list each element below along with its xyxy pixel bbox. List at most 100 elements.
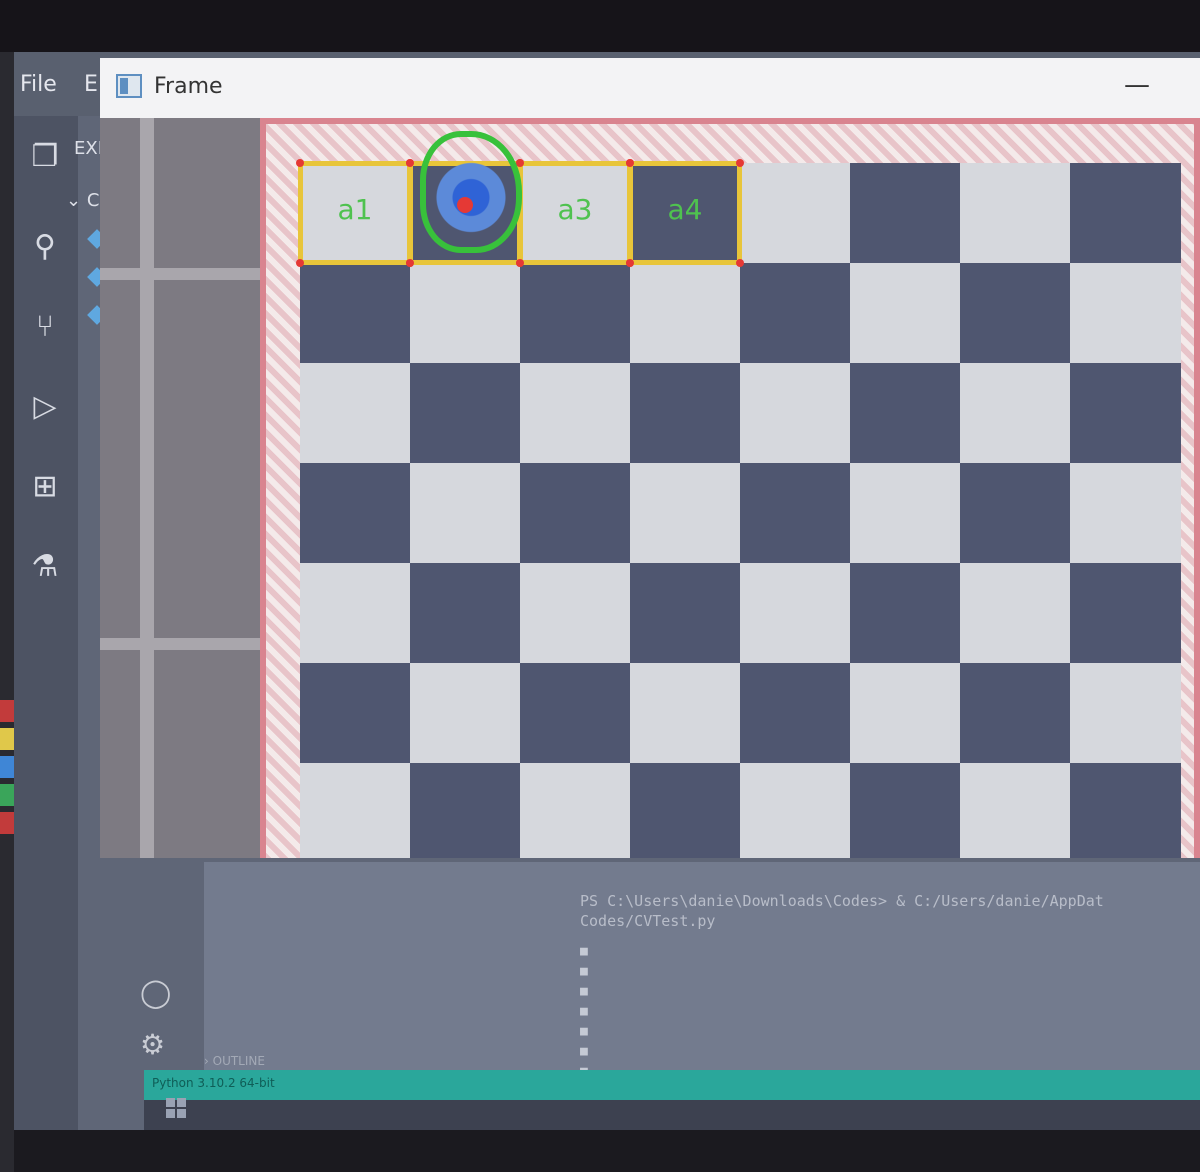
monitor-bezel-left xyxy=(0,52,14,1172)
board-square xyxy=(410,663,521,764)
extensions-icon[interactable]: ⊞ xyxy=(24,466,66,508)
outline-label: OUTLINE xyxy=(212,1054,265,1068)
terminal-output: ■ ■ ■ ■ ■ ■ ■ xyxy=(580,944,588,1079)
board-square xyxy=(960,663,1071,764)
board-square xyxy=(630,763,741,858)
source-control-icon[interactable]: ⑂ xyxy=(24,306,66,348)
python-interpreter-status[interactable]: Python 3.10.2 64-bit xyxy=(152,1076,275,1090)
menu-file[interactable]: File xyxy=(20,72,57,97)
board-square xyxy=(850,463,961,564)
monitor-bezel-top xyxy=(0,0,1200,52)
board-square xyxy=(960,563,1071,664)
board-square xyxy=(630,563,741,664)
board-square xyxy=(410,263,521,364)
board-square xyxy=(630,363,741,464)
piece-center-point xyxy=(457,197,473,213)
board-square xyxy=(410,763,521,858)
board-square xyxy=(300,263,411,364)
board-square xyxy=(740,663,851,764)
board-square xyxy=(300,463,411,564)
camera-feed: a1 a3 a4 xyxy=(100,118,1200,858)
wall-mortar xyxy=(100,268,260,280)
corner-point xyxy=(736,159,744,167)
board-square xyxy=(300,763,411,858)
board-square xyxy=(520,763,631,858)
board-square xyxy=(850,363,961,464)
account-icon[interactable]: ◯ xyxy=(140,976,171,1009)
board-square xyxy=(960,163,1071,264)
board-square xyxy=(410,363,521,464)
board-square xyxy=(960,363,1071,464)
corner-point xyxy=(406,159,414,167)
search-icon[interactable]: ⚲ xyxy=(24,226,66,268)
board-square xyxy=(960,763,1071,858)
board-square xyxy=(960,463,1071,564)
board-square xyxy=(1070,163,1181,264)
outline-section[interactable]: › OUTLINE xyxy=(204,1054,265,1068)
board-square xyxy=(740,763,851,858)
detected-piece-contour xyxy=(420,131,522,253)
board-square xyxy=(300,563,411,664)
settings-gear-icon[interactable]: ⚙ xyxy=(140,1028,165,1061)
status-bar: Python 3.10.2 64-bit xyxy=(144,1070,1200,1100)
board-square xyxy=(520,463,631,564)
board-square xyxy=(630,663,741,764)
board-square xyxy=(520,263,631,364)
board-square xyxy=(1070,263,1181,364)
board-square xyxy=(300,663,411,764)
opencv-frame-window: Frame — a1 a3 a4 xyxy=(100,58,1200,858)
board-square xyxy=(410,463,521,564)
files-icon[interactable]: ❐ xyxy=(24,136,66,178)
window-app-icon xyxy=(116,74,142,98)
square-label: a4 xyxy=(667,193,703,226)
corner-point xyxy=(516,259,524,267)
board-square xyxy=(850,263,961,364)
corner-point xyxy=(626,259,634,267)
corner-point xyxy=(296,159,304,167)
windows-start-icon[interactable] xyxy=(166,1098,186,1118)
terminal-command: PS C:\Users\danie\Downloads\Codes> & C:/… xyxy=(580,892,1104,910)
board-square xyxy=(850,763,961,858)
frame-titlebar: Frame — xyxy=(100,58,1200,118)
board-square xyxy=(1070,463,1181,564)
board-square xyxy=(740,363,851,464)
board-square xyxy=(740,163,851,264)
board-square xyxy=(1070,563,1181,664)
wall-mortar xyxy=(140,118,154,858)
board-square xyxy=(1070,363,1181,464)
square-label: a1 xyxy=(337,193,373,226)
corner-point xyxy=(296,259,304,267)
corner-point xyxy=(736,259,744,267)
board-square xyxy=(960,263,1071,364)
board-square xyxy=(520,663,631,764)
terminal-panel[interactable]: PS C:\Users\danie\Downloads\Codes> & C:/… xyxy=(204,862,1200,1090)
board-square xyxy=(740,563,851,664)
chessboard: a1 a3 a4 xyxy=(260,118,1200,858)
corner-point xyxy=(626,159,634,167)
board-square xyxy=(850,663,961,764)
board-square xyxy=(520,563,631,664)
board-square xyxy=(1070,763,1181,858)
menu-edit[interactable]: E xyxy=(84,72,98,97)
board-square xyxy=(740,463,851,564)
activity-bar: ❐ ⚲ ⑂ ▷ ⊞ ⚗ xyxy=(14,116,78,1130)
board-square xyxy=(1070,663,1181,764)
board-squares: a1 a3 a4 xyxy=(296,131,1181,858)
wall-mortar xyxy=(100,638,260,650)
terminal-script-path: Codes/CVTest.py xyxy=(580,912,716,930)
corner-point xyxy=(406,259,414,267)
board-square xyxy=(850,163,961,264)
windows-taskbar xyxy=(144,1100,1200,1130)
board-square xyxy=(520,363,631,464)
board-square xyxy=(300,363,411,464)
board-square xyxy=(850,563,961,664)
square-label: a3 xyxy=(557,193,593,226)
board-square xyxy=(740,263,851,364)
minimize-button[interactable]: — xyxy=(1124,70,1150,100)
board-square xyxy=(630,263,741,364)
run-debug-icon[interactable]: ▷ xyxy=(24,386,66,428)
frame-title: Frame xyxy=(154,74,223,99)
board-square xyxy=(410,563,521,664)
testing-icon[interactable]: ⚗ xyxy=(24,546,66,588)
board-square xyxy=(630,463,741,564)
